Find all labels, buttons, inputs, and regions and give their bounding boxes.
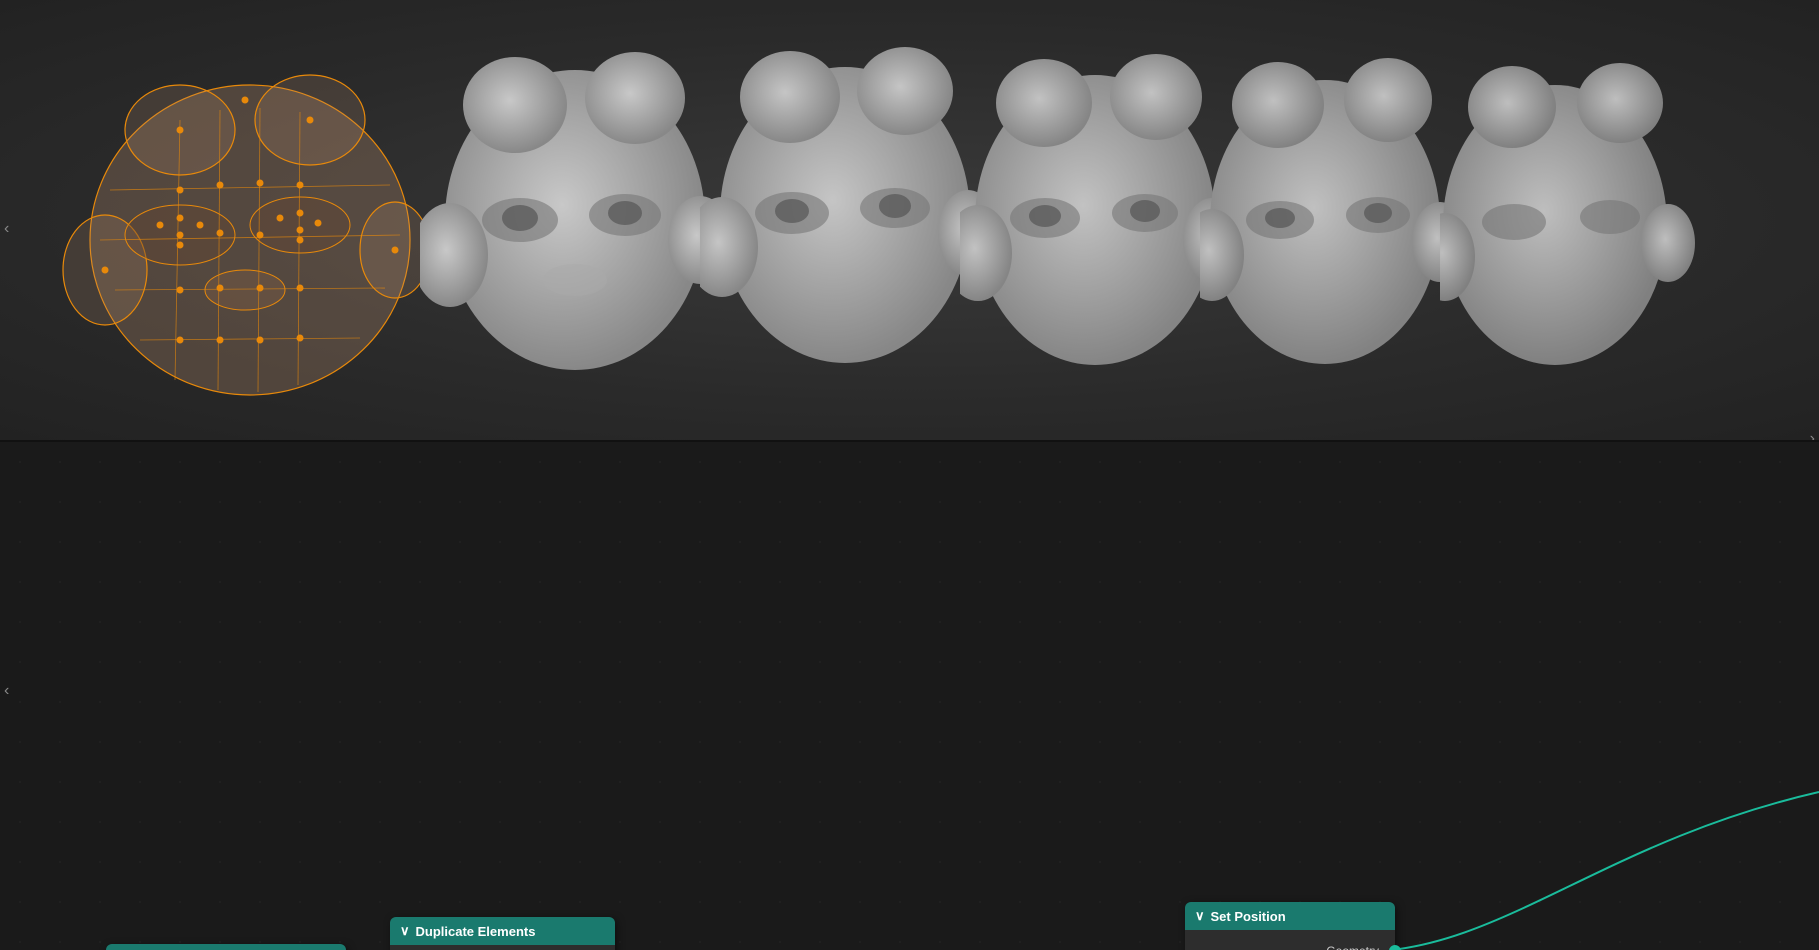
3d-viewport[interactable]: ‹ › xyxy=(0,0,1819,440)
node-editor[interactable]: ∨ Geometry to Instance Instances Geometr… xyxy=(0,442,1819,950)
monkey-solid-4 xyxy=(1200,30,1460,410)
duplicate-elements-header[interactable]: ∨ Duplicate Elements xyxy=(390,917,615,945)
node-title-sp: Set Position xyxy=(1211,909,1286,924)
set-position-header[interactable]: ∨ Set Position xyxy=(1185,902,1395,930)
sp-geometry-output-label: Geometry xyxy=(1326,944,1379,950)
viewport-right-arrow[interactable]: › xyxy=(1810,430,1815,440)
collapse-icon-sp: ∨ xyxy=(1195,908,1205,924)
node-title-dup: Duplicate Elements xyxy=(416,924,536,939)
wire-canvas xyxy=(0,442,1819,950)
collapse-icon-dup: ∨ xyxy=(400,923,410,939)
monkey-solid-5 xyxy=(1440,35,1819,410)
set-position-body: Geometry Geometry Selection Position Of xyxy=(1185,930,1395,950)
monkey-solid-3 xyxy=(960,25,1230,410)
monkey-wireframe xyxy=(60,40,440,430)
duplicate-elements-node: ∨ Duplicate Elements Geometry Duplicate … xyxy=(390,917,615,950)
viewport-left-arrow[interactable]: ‹ xyxy=(4,220,9,238)
geometry-to-instance-node: ∨ Geometry to Instance Instances Geometr… xyxy=(106,944,346,950)
monkey-solid-2 xyxy=(700,15,990,410)
sp-geometry-output-row: Geometry xyxy=(1185,938,1395,950)
monkey-solid-1 xyxy=(420,20,730,420)
node-editor-left-arrow[interactable]: ‹ xyxy=(4,682,9,700)
geometry-to-instance-header[interactable]: ∨ Geometry to Instance xyxy=(106,944,346,950)
set-position-node: ∨ Set Position Geometry Geometry Selecti… xyxy=(1185,902,1395,950)
